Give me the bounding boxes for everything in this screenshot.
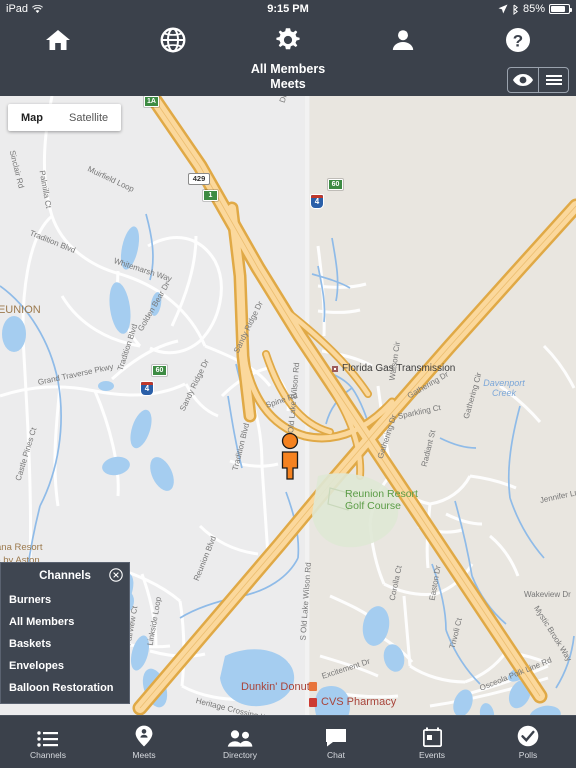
restaurant-icon — [309, 682, 317, 691]
tab-meets[interactable]: Meets — [96, 716, 192, 768]
pharmacy-icon — [309, 698, 317, 707]
svg-text:?: ? — [513, 32, 523, 51]
profile-button[interactable] — [346, 18, 461, 62]
home-button[interactable] — [0, 18, 115, 62]
bluetooth-icon — [513, 4, 518, 15]
close-icon — [109, 568, 123, 582]
person-icon — [393, 30, 414, 50]
user-location-marker[interactable] — [278, 432, 302, 485]
tab-label-directory: Directory — [222, 749, 257, 760]
header-bar: ? All Members Meets — [0, 18, 576, 96]
app-root: iPad 9:15 PM 85% ? All Members Meets Map… — [0, 0, 576, 768]
channels-panel: Channels Burners All Members Baskets Env… — [0, 562, 130, 704]
menu-button[interactable] — [538, 68, 568, 92]
page-title-line1: All Members — [250, 62, 326, 76]
people-icon — [227, 725, 253, 747]
globe-button[interactable] — [115, 18, 230, 62]
channel-item-balloon-restoration[interactable]: Balloon Restoration — [1, 677, 129, 699]
battery-icon — [549, 4, 572, 14]
map-pin-person-icon — [135, 725, 153, 747]
page-title-line2: Meets — [270, 77, 306, 91]
channel-item-all-members[interactable]: All Members — [1, 611, 129, 633]
channels-panel-close-button[interactable] — [109, 568, 123, 587]
channel-item-envelopes[interactable]: Envelopes — [1, 655, 129, 677]
map-type-map-button[interactable]: Map — [8, 104, 56, 131]
chat-bubble-icon — [325, 725, 347, 747]
tab-label-polls: Polls — [518, 749, 538, 760]
channels-panel-header: Channels — [1, 563, 129, 589]
tab-events[interactable]: Events — [384, 716, 480, 768]
map-type-toggle: Map Satellite — [8, 104, 122, 131]
tab-label-chat: Chat — [327, 749, 345, 760]
highway-shield-429: 429 — [188, 173, 210, 185]
tab-polls[interactable]: Polls — [480, 716, 576, 768]
help-icon: ? — [506, 28, 531, 52]
highway-shield-60-north: 60 — [328, 179, 343, 190]
map-type-satellite-button[interactable]: Satellite — [56, 104, 121, 131]
header-icon-row: ? — [0, 18, 576, 62]
tab-chat[interactable]: Chat — [288, 716, 384, 768]
bottom-tab-bar: Channels Meets Directory Chat Events Pol… — [0, 715, 576, 768]
visibility-toggle-button[interactable] — [508, 68, 538, 92]
status-bar-time: 9:15 PM — [267, 3, 309, 15]
channel-item-burners[interactable]: Burners — [1, 589, 129, 611]
hamburger-icon — [545, 73, 562, 87]
highway-shield-i4-south: 4 — [140, 381, 154, 396]
check-circle-icon — [517, 725, 539, 747]
tab-label-events: Events — [419, 749, 445, 760]
list-icon — [37, 725, 59, 747]
help-button[interactable]: ? — [461, 18, 576, 62]
globe-icon — [160, 27, 186, 53]
status-bar: iPad 9:15 PM 85% — [0, 0, 576, 18]
highway-shield-1: 1 — [203, 190, 218, 201]
tab-channels[interactable]: Channels — [0, 716, 96, 768]
page-title: All Members Meets — [0, 62, 576, 92]
highway-shield-i4-north: 4 — [310, 194, 324, 209]
calendar-icon — [422, 725, 442, 747]
home-icon — [45, 30, 70, 50]
status-bar-right: 85% — [498, 3, 572, 15]
florida-gas-poi-marker — [332, 366, 338, 372]
location-arrow-icon — [498, 4, 508, 14]
eye-icon — [513, 74, 533, 86]
gear-icon — [276, 28, 300, 50]
tab-label-channels: Channels — [30, 749, 66, 760]
channel-item-baskets[interactable]: Baskets — [1, 633, 129, 655]
tab-directory[interactable]: Directory — [192, 716, 288, 768]
battery-percent: 85% — [522, 3, 545, 15]
highway-shield-60-south: 60 — [152, 365, 167, 376]
header-right-buttons — [507, 67, 569, 93]
channels-panel-title: Channels — [39, 570, 91, 582]
tab-label-meets: Meets — [132, 749, 156, 760]
settings-button[interactable] — [230, 18, 345, 62]
highway-shield-1a: 1A — [144, 96, 159, 107]
